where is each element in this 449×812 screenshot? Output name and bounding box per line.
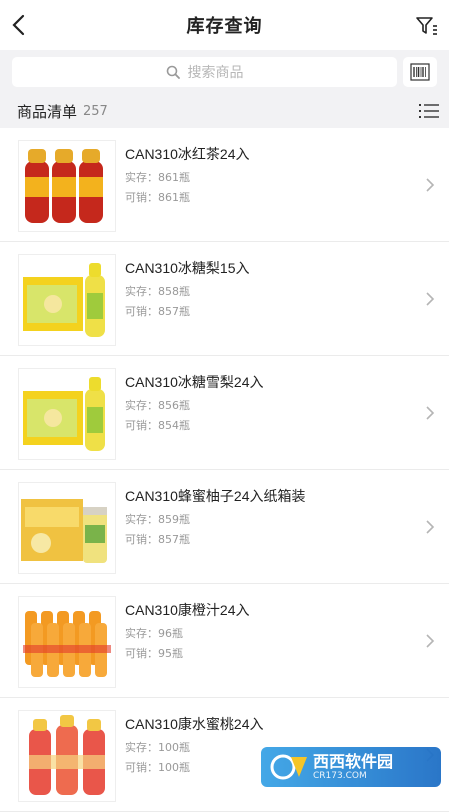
watermark-logo: 西西软件园 CR173.COM: [261, 747, 441, 787]
product-list: CAN310冰红茶24入 实存：861瓶 可销：861瓶 CAN310冰糖梨15…: [0, 128, 449, 812]
product-image: [18, 482, 116, 574]
product-sellable: 可销：854瓶: [125, 419, 190, 432]
product-image: [18, 140, 116, 232]
product-stock: 实存：100瓶: [125, 741, 190, 754]
product-name: CAN310康水蜜桃24入: [125, 716, 264, 732]
product-name: CAN310蜂蜜柚子24入纸箱装: [125, 488, 306, 504]
chevron-right-icon: [426, 292, 435, 306]
product-image: [18, 368, 116, 460]
list-item[interactable]: CAN310冰糖梨15入 实存：858瓶 可销：857瓶: [0, 242, 449, 356]
list-title: 商品清单: [17, 102, 78, 121]
product-sellable: 可销：857瓶: [125, 305, 190, 318]
product-stock: 实存：96瓶: [125, 627, 183, 640]
page-title: 库存查询: [186, 16, 263, 37]
watermark-text: 西西软件园 CR173.COM: [313, 752, 394, 782]
chevron-right-icon: [426, 178, 435, 192]
product-name: CAN310冰红茶24入: [125, 146, 250, 162]
product-stock: 实存：858瓶: [125, 285, 190, 298]
search-placeholder: 搜索商品: [187, 65, 244, 81]
watermark-subtitle: CR173.COM: [313, 771, 367, 781]
list-header: 商品清单 257: [0, 94, 449, 128]
chevron-right-icon: [426, 520, 435, 534]
product-stock: 实存：859瓶: [125, 513, 190, 526]
chevron-right-icon: [426, 406, 435, 420]
product-sellable: 可销：95瓶: [125, 647, 183, 660]
list-count: 257: [83, 103, 108, 119]
product-image: [18, 710, 116, 802]
product-sellable: 可销：857瓶: [125, 533, 190, 546]
barcode-icon: [410, 63, 430, 81]
back-arrow-icon[interactable]: [8, 12, 32, 38]
product-name: CAN310冰糖梨15入: [125, 260, 250, 276]
search-icon: [166, 65, 180, 79]
list-item[interactable]: CAN310蜂蜜柚子24入纸箱装 实存：859瓶 可销：857瓶: [0, 470, 449, 584]
chevron-right-icon: [426, 634, 435, 648]
product-name: CAN310冰糖雪梨24入: [125, 374, 264, 390]
watermark-title: 西西软件园: [313, 752, 394, 771]
product-stock: 实存：856瓶: [125, 399, 190, 412]
search-input[interactable]: 搜索商品: [12, 57, 397, 87]
filter-icon[interactable]: [415, 14, 439, 38]
list-view-icon[interactable]: [419, 103, 439, 119]
product-sellable: 可销：861瓶: [125, 191, 190, 204]
product-name: CAN310康橙汁24入: [125, 602, 250, 618]
nav-bar: 库存查询: [0, 0, 449, 50]
watermark-emblem-icon: [270, 754, 307, 780]
list-item[interactable]: CAN310康橙汁24入 实存：96瓶 可销：95瓶: [0, 584, 449, 698]
product-image: [18, 596, 116, 688]
barcode-scan-button[interactable]: [403, 57, 437, 87]
search-bar: 搜索商品: [0, 50, 449, 94]
product-image: [18, 254, 116, 346]
product-sellable: 可销：100瓶: [125, 761, 190, 774]
product-stock: 实存：861瓶: [125, 171, 190, 184]
list-item[interactable]: CAN310冰糖雪梨24入 实存：856瓶 可销：854瓶: [0, 356, 449, 470]
list-item[interactable]: CAN310冰红茶24入 实存：861瓶 可销：861瓶: [0, 128, 449, 242]
